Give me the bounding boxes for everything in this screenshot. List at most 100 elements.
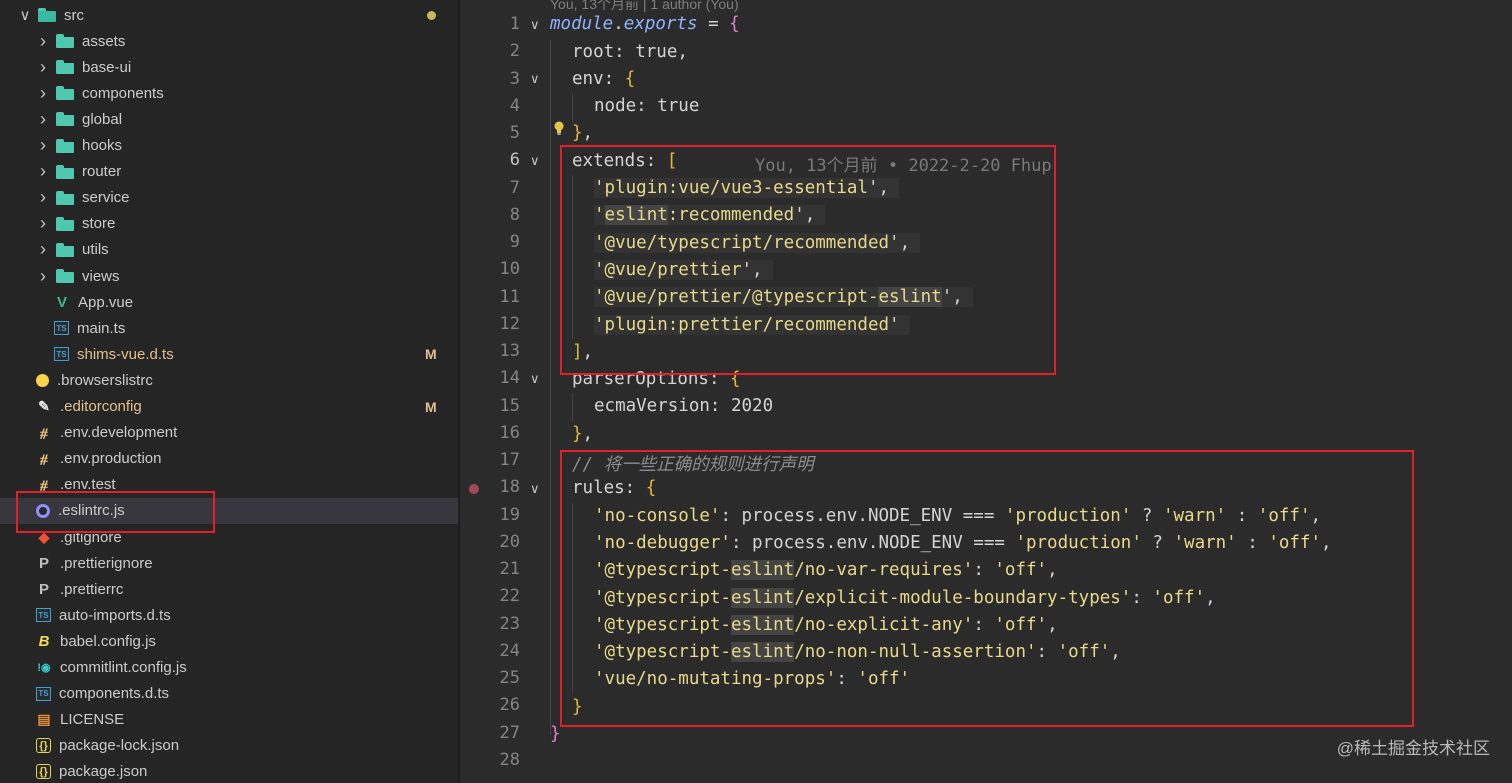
fold-chevron-icon[interactable]: ∨ (530, 481, 540, 497)
fold-chevron-icon[interactable]: ∨ (530, 153, 540, 169)
tree-item-label: router (82, 163, 122, 181)
chevron-right-icon[interactable]: › (36, 187, 50, 207)
tree-item[interactable]: ∨ src (0, 2, 458, 28)
line-number: 20 (499, 531, 520, 552)
tree-item[interactable]: Bbabel.config.js (0, 628, 458, 654)
fold-chevron-icon[interactable]: ∨ (530, 71, 540, 87)
tree-item[interactable]: ⧣ .env.production (0, 446, 458, 472)
tree-item[interactable]: TS components.d.ts (0, 681, 458, 707)
codelens-author[interactable]: You, 13个月前 | 1 author (You) (550, 0, 739, 14)
tree-item[interactable]: › assets (0, 28, 458, 54)
line-number: 24 (499, 640, 520, 661)
line-number: 10 (499, 259, 520, 280)
tree-item-label: package-lock.json (59, 737, 180, 755)
tree-item[interactable]: {} package.json (0, 759, 458, 783)
tree-item[interactable]: › base-ui (0, 54, 458, 80)
line-number: 13 (499, 341, 520, 361)
tree-item[interactable]: › views (0, 263, 458, 289)
git-modified-badge: M (425, 346, 437, 363)
tree-item[interactable]: › store (0, 211, 458, 237)
chevron-right-icon[interactable]: › (36, 161, 50, 181)
chevron-down-icon[interactable]: ∨ (18, 7, 32, 24)
line-number: 8 (509, 204, 520, 225)
line-number: 23 (499, 613, 520, 634)
tree-item[interactable]: ✎ .editorconfig M (0, 394, 458, 420)
tree-item[interactable]: TS main.ts (0, 315, 458, 341)
line-number: 19 (499, 504, 520, 525)
chevron-right-icon[interactable]: › (36, 135, 50, 155)
folder-icon (56, 138, 74, 153)
commitlint-icon: !◉ (37, 662, 51, 674)
folder-icon (56, 34, 74, 49)
tree-item-label: shims-vue.d.ts (77, 345, 174, 363)
chevron-right-icon[interactable]: › (36, 57, 50, 77)
line-number: 17 (499, 450, 520, 470)
typescript-file-icon: TS (36, 686, 51, 701)
line-number: 9 (509, 232, 520, 252)
tree-item-label: .prettierrc (60, 580, 124, 598)
git-modified-badge: M (425, 398, 437, 415)
vue-file-icon: V (56, 293, 67, 311)
chevron-right-icon[interactable]: › (36, 213, 50, 233)
folder-icon (56, 269, 74, 283)
code-line-1: module.exports = { (550, 14, 740, 34)
tree-item[interactable]: › global (0, 106, 458, 132)
code-editor[interactable]: You, 13个月前 | 1 author (You) 1 2 3 4 5 6 7 8 9 10 1… (460, 0, 1512, 783)
folder-icon (56, 164, 74, 179)
fold-chevron-icon[interactable]: ∨ (530, 371, 540, 387)
lightbulb-icon[interactable] (553, 121, 565, 135)
tree-item[interactable]: › utils (0, 237, 458, 263)
line-number: 21 (499, 559, 520, 579)
watermark: @稀土掘金技术社区 (1336, 739, 1490, 758)
tree-item-label: App.vue (78, 293, 134, 311)
tree-item[interactable]: P .prettierrc (0, 576, 458, 602)
tree-item-label: utils (82, 241, 109, 259)
folder-icon (56, 60, 74, 75)
tree-item-label: src (64, 6, 84, 24)
tree-item[interactable]: ⧣ .env.development (0, 420, 458, 446)
tree-item[interactable]: TS auto-imports.d.ts (0, 602, 458, 628)
tree-item-label: hooks (82, 137, 123, 154)
line-number: 2 (509, 41, 520, 62)
fold-chevron-icon[interactable]: ∨ (530, 17, 540, 33)
tree-item-label: babel.config.js (60, 632, 156, 650)
line-number: 15 (499, 395, 520, 416)
tree-item[interactable]: {} package-lock.json (0, 733, 458, 759)
code-line-3: env: { (572, 69, 636, 89)
prettier-icon: P (38, 580, 49, 598)
line-number: 26 (499, 695, 520, 716)
annotation-box-eslintrc (16, 491, 215, 533)
line-number: 16 (499, 422, 520, 443)
explorer-sidebar: ∨ src › assets › base-ui › components › global › ho… (0, 0, 458, 783)
folder-icon (56, 190, 74, 205)
chevron-right-icon[interactable]: › (36, 239, 50, 259)
code-line-15: ecmaVersion: 2020 (594, 396, 774, 416)
code-line-4: node: true (594, 96, 700, 116)
json-file-icon: {} (36, 764, 51, 780)
chevron-right-icon[interactable]: › (36, 31, 50, 51)
chevron-right-icon[interactable]: › (36, 109, 50, 129)
tree-item[interactable]: P .prettierignore (0, 550, 458, 576)
chevron-right-icon[interactable]: › (36, 266, 50, 286)
indent-guide (572, 94, 573, 122)
indent-guide (572, 393, 573, 421)
tree-item[interactable]: !◉ commitlint.config.js (0, 655, 458, 681)
tree-item[interactable]: › router (0, 159, 458, 185)
tree-item[interactable]: › service (0, 185, 458, 211)
tree-item[interactable]: V App.vue (0, 289, 458, 315)
chevron-right-icon[interactable]: › (36, 83, 50, 103)
tree-item[interactable]: ▤ LICENSE (0, 707, 458, 733)
tree-item-label: .env.production (60, 450, 162, 468)
tree-item-label: assets (82, 32, 126, 50)
breakpoint-icon[interactable] (469, 484, 479, 494)
line-number: 18 (499, 477, 520, 498)
tree-item[interactable]: .browserslistrc (0, 367, 458, 393)
line-number: 14 (499, 368, 520, 389)
code-line-16: }, (572, 424, 594, 444)
prettier-icon: P (38, 554, 49, 572)
line-number: 27 (499, 722, 520, 743)
tree-item-label: main.ts (77, 319, 126, 337)
tree-item[interactable]: › hooks (0, 133, 458, 159)
tree-item[interactable]: TS shims-vue.d.ts M (0, 341, 458, 367)
tree-item[interactable]: › components (0, 80, 458, 106)
